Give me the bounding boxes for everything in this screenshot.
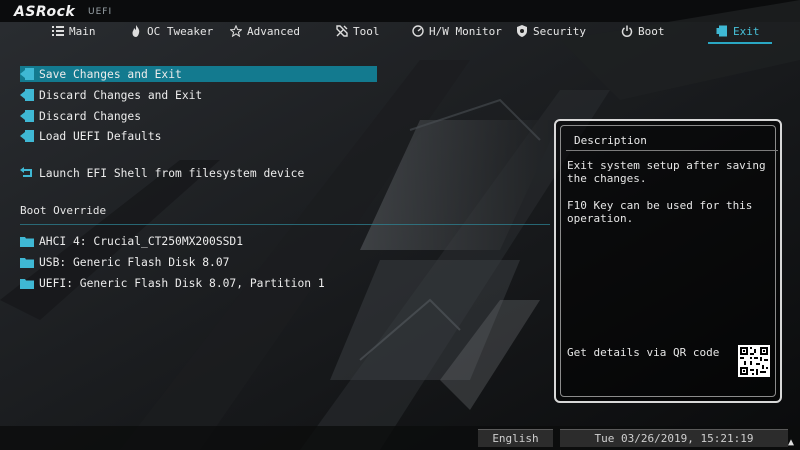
active-tab-underline: [708, 42, 772, 44]
menu-item-save-changes-and-exit[interactable]: Save Changes and Exit: [20, 66, 377, 82]
star-icon: [230, 25, 242, 37]
exit-door-icon: [20, 130, 34, 142]
tab-label: Exit: [733, 24, 760, 38]
monitor-gauge-icon: [412, 25, 424, 37]
boot-item-usb[interactable]: USB: Generic Flash Disk 8.07: [20, 254, 377, 270]
wrench-icon: [336, 25, 348, 37]
exit-door-icon: [716, 25, 728, 37]
qr-code-icon[interactable]: [738, 345, 770, 377]
menu-item-label: Discard Changes and Exit: [39, 88, 203, 102]
boot-override-heading: Boot Override: [20, 204, 107, 217]
menu-item-launch-efi-shell[interactable]: Launch EFI Shell from filesystem device: [20, 165, 377, 181]
section-divider: [20, 224, 550, 225]
tab-hw-monitor[interactable]: H/W Monitor: [412, 20, 502, 42]
menu-item-label: Launch EFI Shell from filesystem device: [39, 166, 305, 180]
mouse-cursor-icon: ▲: [788, 437, 795, 448]
description-text-1: Exit system setup after saving the chang…: [567, 159, 766, 185]
shield-icon: [516, 25, 528, 37]
datetime-display: Tue 03/26/2019, 15:21:19: [560, 429, 788, 447]
boot-item-ahci4[interactable]: AHCI 4: Crucial_CT250MX200SSD1: [20, 233, 377, 249]
tab-boot[interactable]: Boot: [621, 20, 665, 42]
exit-door-icon: [20, 89, 34, 101]
tab-label: Main: [69, 24, 96, 38]
menu-item-label: Load UEFI Defaults: [39, 129, 162, 143]
boot-item-label: UEFI: Generic Flash Disk 8.07, Partition…: [39, 276, 325, 290]
qr-label: Get details via QR code: [567, 346, 720, 359]
tab-advanced[interactable]: Advanced: [230, 20, 300, 42]
grid-icon: [52, 25, 64, 37]
top-tab-bar: Main OC Tweaker Advanced Tool H/W Monito…: [0, 20, 800, 44]
flame-icon: [130, 25, 142, 37]
menu-item-load-uefi-defaults[interactable]: Load UEFI Defaults: [20, 128, 377, 144]
description-title-divider: [566, 150, 778, 151]
boot-item-label: USB: Generic Flash Disk 8.07: [39, 255, 230, 269]
folder-icon: [20, 256, 34, 268]
menu-item-label: Discard Changes: [39, 109, 142, 123]
exit-door-icon: [20, 110, 34, 122]
tab-label: Advanced: [247, 24, 300, 38]
tab-label: Security: [533, 24, 586, 38]
tab-label: OC Tweaker: [147, 24, 214, 38]
power-icon: [621, 25, 633, 37]
menu-item-discard-changes-and-exit[interactable]: Discard Changes and Exit: [20, 87, 377, 103]
exit-door-icon: [20, 68, 34, 80]
uefi-label: UEFI: [88, 7, 113, 17]
folder-icon: [20, 235, 34, 247]
description-title: Description: [574, 134, 647, 147]
tab-label: Boot: [638, 24, 665, 38]
tab-security[interactable]: Security: [516, 20, 586, 42]
tab-exit[interactable]: Exit: [708, 20, 772, 44]
boot-item-uefi[interactable]: UEFI: Generic Flash Disk 8.07, Partition…: [20, 275, 377, 291]
menu-item-discard-changes[interactable]: Discard Changes: [20, 108, 377, 124]
asrock-logo: ASRock: [14, 4, 76, 20]
description-text-2: F10 Key can be used for this operation.: [567, 199, 753, 225]
tab-tool[interactable]: Tool: [336, 20, 380, 42]
menu-item-label: Save Changes and Exit: [39, 67, 182, 81]
tab-oc-tweaker[interactable]: OC Tweaker: [130, 20, 213, 42]
language-selector[interactable]: English: [478, 429, 553, 447]
tab-label: H/W Monitor: [429, 24, 502, 38]
tab-main[interactable]: Main: [52, 20, 96, 42]
boot-item-label: AHCI 4: Crucial_CT250MX200SSD1: [39, 234, 244, 248]
folder-icon: [20, 277, 34, 289]
refresh-arrow-icon: [20, 167, 34, 179]
tab-label: Tool: [353, 24, 380, 38]
